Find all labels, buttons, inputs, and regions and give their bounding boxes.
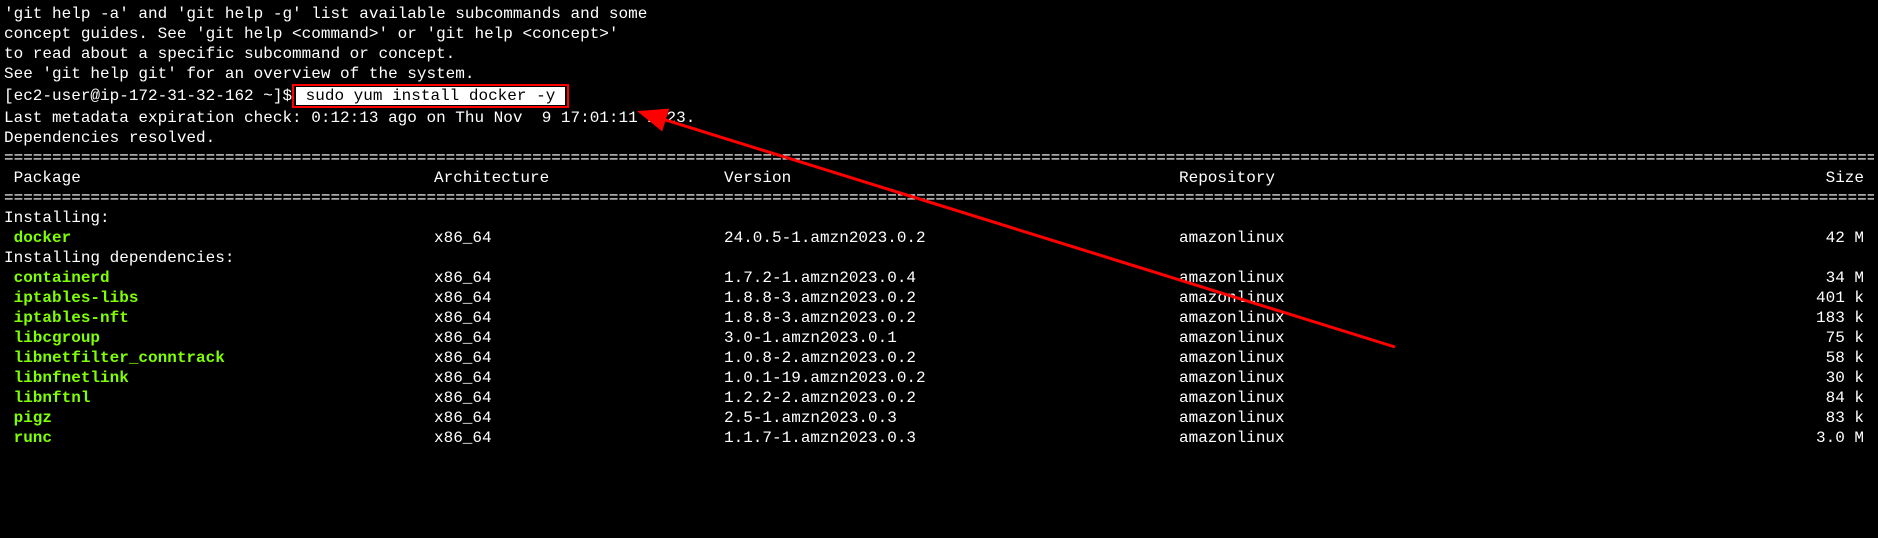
package-version: 24.0.5-1.amzn2023.0.2 <box>724 228 1179 248</box>
package-size: 3.0 M <box>1459 428 1874 448</box>
package-name: libnfnetlink <box>4 368 434 388</box>
package-version: 1.2.2-2.amzn2023.0.2 <box>724 388 1179 408</box>
package-size: 34 M <box>1459 268 1874 288</box>
package-repo: amazonlinux <box>1179 348 1459 368</box>
command-text: sudo yum install docker -y <box>296 87 565 105</box>
package-repo: amazonlinux <box>1179 388 1459 408</box>
package-arch: x86_64 <box>434 308 724 328</box>
installing-deps-label: Installing dependencies: <box>4 248 1874 268</box>
package-size: 401 k <box>1459 288 1874 308</box>
table-header: PackageArchitectureVersionRepositorySize <box>4 168 1874 188</box>
package-name: libnetfilter_conntrack <box>4 348 434 368</box>
package-name: pigz <box>4 408 434 428</box>
package-arch: x86_64 <box>434 348 724 368</box>
command-prompt-line[interactable]: [ec2-user@ip-172-31-32-162 ~]$ sudo yum … <box>4 84 1874 108</box>
table-row: libnftnlx86_641.2.2-2.amzn2023.0.2amazon… <box>4 388 1874 408</box>
table-row: libcgroupx86_643.0-1.amzn2023.0.1amazonl… <box>4 328 1874 348</box>
package-repo: amazonlinux <box>1179 228 1459 248</box>
package-name: libnftnl <box>4 388 434 408</box>
package-repo: amazonlinux <box>1179 328 1459 348</box>
help-text-line: to read about a specific subcommand or c… <box>4 44 1874 64</box>
package-arch: x86_64 <box>434 268 724 288</box>
table-row: iptables-libsx86_641.8.8-3.amzn2023.0.2a… <box>4 288 1874 308</box>
package-repo: amazonlinux <box>1179 428 1459 448</box>
help-text-line: concept guides. See 'git help <command>'… <box>4 24 1874 44</box>
package-name: libcgroup <box>4 328 434 348</box>
package-arch: x86_64 <box>434 408 724 428</box>
divider: ========================================… <box>4 188 1874 208</box>
help-text-line: 'git help -a' and 'git help -g' list ava… <box>4 4 1874 24</box>
shell-prompt: [ec2-user@ip-172-31-32-162 ~]$ <box>4 87 292 105</box>
output-line: Last metadata expiration check: 0:12:13 … <box>4 108 1874 128</box>
column-header: Version <box>724 168 1179 188</box>
help-text-line: See 'git help git' for an overview of th… <box>4 64 1874 84</box>
table-row: runcx86_641.1.7-1.amzn2023.0.3amazonlinu… <box>4 428 1874 448</box>
table-row: dockerx86_6424.0.5-1.amzn2023.0.2amazonl… <box>4 228 1874 248</box>
package-size: 84 k <box>1459 388 1874 408</box>
package-version: 1.0.8-2.amzn2023.0.2 <box>724 348 1179 368</box>
package-version: 1.0.1-19.amzn2023.0.2 <box>724 368 1179 388</box>
package-arch: x86_64 <box>434 428 724 448</box>
package-name: docker <box>4 228 434 248</box>
installing-label: Installing: <box>4 208 1874 228</box>
table-row: iptables-nftx86_641.8.8-3.amzn2023.0.2am… <box>4 308 1874 328</box>
table-row: libnetfilter_conntrackx86_641.0.8-2.amzn… <box>4 348 1874 368</box>
package-repo: amazonlinux <box>1179 288 1459 308</box>
package-arch: x86_64 <box>434 368 724 388</box>
package-size: 30 k <box>1459 368 1874 388</box>
table-row: libnfnetlinkx86_641.0.1-19.amzn2023.0.2a… <box>4 368 1874 388</box>
package-size: 75 k <box>1459 328 1874 348</box>
package-name: runc <box>4 428 434 448</box>
package-name: iptables-libs <box>4 288 434 308</box>
package-arch: x86_64 <box>434 388 724 408</box>
package-repo: amazonlinux <box>1179 408 1459 428</box>
column-header: Repository <box>1179 168 1459 188</box>
column-header: Size <box>1459 168 1874 188</box>
table-row: containerdx86_641.7.2-1.amzn2023.0.4amaz… <box>4 268 1874 288</box>
package-arch: x86_64 <box>434 228 724 248</box>
divider: ========================================… <box>4 148 1874 168</box>
package-version: 2.5-1.amzn2023.0.3 <box>724 408 1179 428</box>
command-highlight-box: sudo yum install docker -y <box>292 84 569 108</box>
column-header: Package <box>4 168 434 188</box>
package-name: containerd <box>4 268 434 288</box>
package-version: 1.8.8-3.amzn2023.0.2 <box>724 308 1179 328</box>
package-version: 1.1.7-1.amzn2023.0.3 <box>724 428 1179 448</box>
package-size: 183 k <box>1459 308 1874 328</box>
package-name: iptables-nft <box>4 308 434 328</box>
package-arch: x86_64 <box>434 288 724 308</box>
package-repo: amazonlinux <box>1179 308 1459 328</box>
package-version: 3.0-1.amzn2023.0.1 <box>724 328 1179 348</box>
package-arch: x86_64 <box>434 328 724 348</box>
column-header: Architecture <box>434 168 724 188</box>
package-repo: amazonlinux <box>1179 268 1459 288</box>
package-size: 58 k <box>1459 348 1874 368</box>
table-row: pigzx86_642.5-1.amzn2023.0.3amazonlinux8… <box>4 408 1874 428</box>
package-size: 42 M <box>1459 228 1874 248</box>
package-size: 83 k <box>1459 408 1874 428</box>
output-line: Dependencies resolved. <box>4 128 1874 148</box>
package-repo: amazonlinux <box>1179 368 1459 388</box>
terminal-output[interactable]: 'git help -a' and 'git help -g' list ava… <box>4 4 1874 448</box>
package-version: 1.7.2-1.amzn2023.0.4 <box>724 268 1179 288</box>
package-version: 1.8.8-3.amzn2023.0.2 <box>724 288 1179 308</box>
